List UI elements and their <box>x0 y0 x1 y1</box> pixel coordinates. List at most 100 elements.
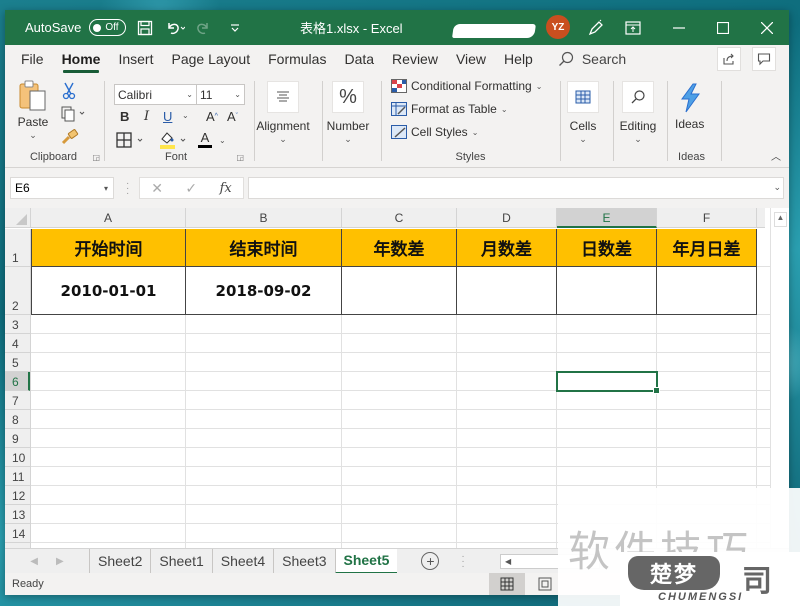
cell-b3[interactable] <box>186 315 342 334</box>
cell-e5[interactable] <box>557 353 657 372</box>
cell-a14[interactable] <box>31 524 186 543</box>
tab-view[interactable]: View <box>447 45 495 73</box>
cell-f2[interactable] <box>657 267 757 315</box>
underline-button[interactable]: U <box>163 109 172 124</box>
clipboard-launcher-icon[interactable]: ◲ <box>92 153 100 162</box>
cell-b1[interactable]: 结束时间 <box>186 229 342 267</box>
column-header-a[interactable]: A <box>31 208 186 228</box>
alignment-button[interactable]: Alignment ⌄ <box>256 81 310 145</box>
sheet-tab-sheet1[interactable]: Sheet1 <box>150 548 211 574</box>
tab-file[interactable]: File <box>5 45 53 73</box>
cell-c3[interactable] <box>342 315 457 334</box>
font-launcher-icon[interactable]: ◲ <box>236 153 244 162</box>
cell-c2[interactable] <box>342 267 457 315</box>
cell-c13[interactable] <box>342 505 457 524</box>
row-header-14[interactable]: 14 <box>5 524 30 543</box>
cell-d4[interactable] <box>457 334 557 353</box>
cell-b9[interactable] <box>186 429 342 448</box>
row-header-3[interactable]: 3 <box>5 315 30 334</box>
cell-d11[interactable] <box>457 467 557 486</box>
tab-data[interactable]: Data <box>335 45 383 73</box>
page-layout-view-button[interactable] <box>530 573 560 595</box>
cell-a4[interactable] <box>31 334 186 353</box>
cell-d10[interactable] <box>457 448 557 467</box>
cell-a12[interactable] <box>31 486 186 505</box>
expand-formula-bar-icon[interactable]: ⌄ <box>773 182 781 193</box>
cell-f3[interactable] <box>657 315 757 334</box>
cells-button[interactable]: Cells ⌄ <box>564 81 602 145</box>
column-header-f[interactable]: F <box>657 208 757 228</box>
ribbon-display-options-icon[interactable] <box>622 17 644 39</box>
enter-entry-icon[interactable]: ✓ <box>185 180 197 197</box>
cell-a11[interactable] <box>31 467 186 486</box>
sheet-tab-sheet5[interactable]: Sheet5 <box>334 548 398 574</box>
share-button[interactable] <box>717 47 741 71</box>
cell-c1[interactable]: 年数差 <box>342 229 457 267</box>
font-color-button[interactable]: A ⌄ <box>197 130 226 150</box>
column-header-b[interactable]: B <box>186 208 342 228</box>
cell-b12[interactable] <box>186 486 342 505</box>
increase-font-size-button[interactable]: A ^ <box>206 109 218 124</box>
cell-b6[interactable] <box>186 372 342 391</box>
formula-bar-grip-icon[interactable]: · · · <box>126 179 129 199</box>
cell-e8[interactable] <box>557 410 657 429</box>
cell-a9[interactable] <box>31 429 186 448</box>
undo-icon[interactable] <box>164 17 186 39</box>
copy-button[interactable] <box>61 106 87 122</box>
close-icon[interactable] <box>745 10 789 45</box>
cell-c8[interactable] <box>342 410 457 429</box>
row-header-7[interactable]: 7 <box>5 391 30 410</box>
cell-d14[interactable] <box>457 524 557 543</box>
row-header-13[interactable]: 13 <box>5 505 30 524</box>
minimize-icon[interactable] <box>657 10 701 45</box>
borders-button[interactable] <box>116 132 148 148</box>
formula-input[interactable] <box>248 177 784 199</box>
search-box[interactable]: Search <box>558 51 626 67</box>
cell-f11[interactable] <box>657 467 757 486</box>
row-header-4[interactable]: 4 <box>5 334 30 353</box>
tab-formulas[interactable]: Formulas <box>259 45 335 73</box>
cell-d2[interactable] <box>457 267 557 315</box>
cut-button[interactable] <box>61 82 77 100</box>
cell-c12[interactable] <box>342 486 457 505</box>
cell-b14[interactable] <box>186 524 342 543</box>
cell-c9[interactable] <box>342 429 457 448</box>
cell-e4[interactable] <box>557 334 657 353</box>
cell-d8[interactable] <box>457 410 557 429</box>
tab-help[interactable]: Help <box>495 45 542 73</box>
cancel-entry-icon[interactable]: ✕ <box>151 180 163 197</box>
cell-e9[interactable] <box>557 429 657 448</box>
user-avatar[interactable]: YZ <box>546 15 570 39</box>
row-header-10[interactable]: 10 <box>5 448 30 467</box>
row-header-2[interactable]: 2 <box>5 267 30 315</box>
cell-d3[interactable] <box>457 315 557 334</box>
cell-c14[interactable] <box>342 524 457 543</box>
select-all-button[interactable] <box>5 208 31 228</box>
cell-f4[interactable] <box>657 334 757 353</box>
number-button[interactable]: % Number ⌄ <box>325 81 371 145</box>
cell-c4[interactable] <box>342 334 457 353</box>
cell-c10[interactable] <box>342 448 457 467</box>
cell-b5[interactable] <box>186 353 342 372</box>
cell-f10[interactable] <box>657 448 757 467</box>
row-header-5[interactable]: 5 <box>5 353 30 372</box>
comments-button[interactable] <box>752 47 776 71</box>
pen-icon[interactable] <box>585 17 607 39</box>
cell-a10[interactable] <box>31 448 186 467</box>
name-box[interactable]: E6 ▾ <box>10 177 114 199</box>
column-header-c[interactable]: C <box>342 208 457 228</box>
cell-d7[interactable] <box>457 391 557 410</box>
autosave-toggle[interactable]: Off <box>89 19 127 36</box>
editing-button[interactable]: Editing ⌄ <box>616 81 660 145</box>
row-header-11[interactable]: 11 <box>5 467 30 486</box>
cell-c11[interactable] <box>342 467 457 486</box>
format-as-table-button[interactable]: Format as Table ⌄ <box>391 102 508 116</box>
tab-insert[interactable]: Insert <box>109 45 162 73</box>
underline-dropdown-icon[interactable]: ⌄ <box>182 111 189 120</box>
font-name-select[interactable]: Calibri ⌄ <box>114 84 197 105</box>
redo-icon[interactable] <box>194 17 216 39</box>
bold-button[interactable]: B <box>120 109 129 124</box>
row-header-1[interactable]: 1 <box>5 229 30 267</box>
next-sheet-icon[interactable]: ▶ <box>56 556 64 567</box>
cell-b11[interactable] <box>186 467 342 486</box>
